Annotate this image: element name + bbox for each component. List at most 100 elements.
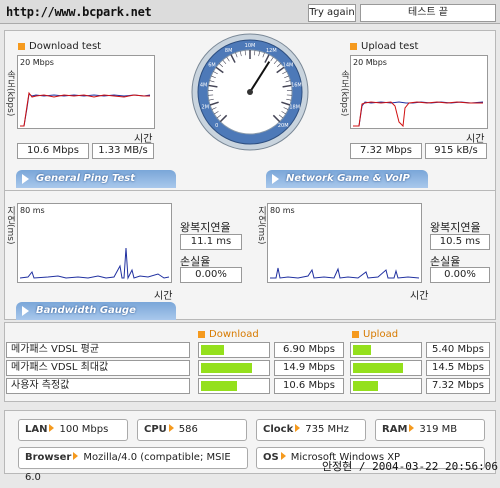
- bandwidth-upload-fill: [353, 381, 378, 391]
- sysinfo-browser: BrowserMozilla/4.0 (compatible; MSIE 6.0: [18, 447, 248, 469]
- gauge-tick-label: 0: [215, 123, 218, 129]
- ping-left-rtt-label: 왕복지연율: [180, 219, 231, 235]
- ping-left-chart: 80 ms: [17, 203, 172, 283]
- bandwidth-row-label: 메가패스 VDSL 평균: [6, 342, 190, 358]
- clock-value: 735 MHz: [305, 424, 349, 435]
- bandwidth-download-value: 6.90 Mbps: [274, 342, 344, 358]
- gauge-tick-label: 10M: [245, 43, 256, 49]
- try-again-button[interactable]: Try again: [308, 4, 356, 22]
- upload-trace-blue: [353, 102, 483, 126]
- sysinfo-lan: LAN100 Mbps: [18, 419, 128, 441]
- download-title-text: Download test: [29, 41, 101, 52]
- ping-right-rtt-label: 왕복지연율: [430, 219, 481, 235]
- download-chart: 20 Mbps: [17, 55, 155, 129]
- bandwidth-row-label: 메가패스 VDSL 최대값: [6, 360, 190, 376]
- cpu-value: 586: [179, 424, 198, 435]
- ping-right-trace: [268, 204, 421, 282]
- tab-bandwidth-gauge[interactable]: Bandwidth Gauge: [16, 302, 176, 320]
- ping-left-rtt: 11.1 ms: [180, 234, 242, 250]
- upload-title-text: Upload test: [361, 41, 418, 52]
- bandwidth-download-header: Download: [198, 329, 259, 340]
- bandwidth-download-header-text: Download: [209, 329, 259, 340]
- download-trace-blue: [20, 94, 150, 126]
- bandwidth-upload-fill: [353, 345, 371, 355]
- bandwidth-download-value: 14.9 Mbps: [274, 360, 344, 376]
- bandwidth-download-fill: [201, 345, 224, 355]
- lan-value: 100 Mbps: [59, 424, 108, 435]
- bandwidth-download-bar: [198, 342, 270, 358]
- download-title: Download test: [18, 41, 101, 52]
- tab-general-ping[interactable]: General Ping Test: [16, 170, 176, 188]
- arrow-right-icon: [22, 174, 29, 184]
- bandwidth-upload-bar: [350, 360, 422, 376]
- tab-bandwidth-label: Bandwidth Gauge: [36, 305, 136, 316]
- upload-title: Upload test: [350, 41, 418, 52]
- gauge-tick-label: 20M: [278, 123, 289, 129]
- ping-right-line: [270, 268, 419, 278]
- bandwidth-download-fill: [201, 381, 237, 391]
- sysinfo-ram: RAM 319 MB: [375, 419, 485, 441]
- bandwidth-upload-value: 14.5 Mbps: [426, 360, 490, 376]
- ping-left-xlabel: 시간: [154, 287, 172, 302]
- bandwidth-upload-value: 5.40 Mbps: [426, 342, 490, 358]
- download-ylabel: 속도(kbps): [4, 70, 17, 116]
- arrow-right-icon: [295, 424, 300, 432]
- upload-mbps: 7.32 Mbps: [350, 143, 422, 159]
- upload-trace: [351, 56, 487, 128]
- gauge-tick-label: 4M: [200, 83, 208, 89]
- download-mbps: 10.6 Mbps: [17, 143, 89, 159]
- bandwidth-download-fill: [201, 363, 252, 373]
- bandwidth-upload-header: Upload: [352, 329, 398, 340]
- clock-label: Clock: [263, 424, 293, 435]
- os-label: OS: [263, 452, 279, 463]
- gauge-tick-label: 14M: [283, 62, 294, 68]
- bandwidth-row-label: 사용자 측정값: [6, 378, 190, 394]
- download-mbs: 1.33 MB/s: [92, 143, 154, 159]
- arrow-right-icon: [272, 174, 279, 184]
- arrow-right-icon: [22, 306, 29, 316]
- arrow-right-icon: [169, 424, 174, 432]
- arrow-right-icon: [281, 452, 286, 460]
- ram-label: RAM: [382, 424, 407, 435]
- bandwidth-upload-fill: [353, 363, 403, 373]
- cpu-label: CPU: [144, 424, 167, 435]
- gauge-tick-label: 18M: [289, 105, 300, 111]
- gauge-tick-label: 12M: [266, 48, 277, 54]
- ram-value: 319 MB: [419, 424, 457, 435]
- bandwidth-upload-header-text: Upload: [363, 329, 398, 340]
- arrow-right-icon: [409, 424, 414, 432]
- upload-kbs: 915 kB/s: [425, 143, 487, 159]
- bandwidth-upload-bar: [350, 378, 422, 394]
- upload-marker-icon: [350, 43, 357, 50]
- tab-general-ping-label: General Ping Test: [36, 173, 135, 184]
- bandwidth-upload-bar: [350, 342, 422, 358]
- watermark-text: 안정현 / 2004-03-22 20:56:06: [322, 458, 498, 474]
- gauge-tick-label: 8M: [225, 48, 233, 54]
- test-status-field: 테스트 끝: [360, 4, 496, 22]
- ping-right-rtt: 10.5 ms: [430, 234, 490, 250]
- download-trace: [18, 56, 154, 128]
- ping-left-ylabel: 지연(ms): [4, 206, 17, 244]
- arrow-right-icon: [49, 424, 54, 432]
- gauge-tick-label: 16M: [291, 83, 302, 89]
- bandwidth-upload-value: 7.32 Mbps: [426, 378, 490, 394]
- tab-network-game[interactable]: Network Game & VoIP Test: [266, 170, 428, 188]
- upload-marker-icon: [352, 331, 359, 338]
- ping-left-line: [20, 248, 169, 278]
- gauge-tick-label: 6M: [208, 62, 216, 68]
- download-marker-icon: [198, 331, 205, 338]
- ping-right-xlabel: 시간: [410, 287, 428, 302]
- browser-label: Browser: [25, 452, 71, 463]
- sysinfo-cpu: CPU 586: [137, 419, 247, 441]
- upload-chart: 20 Mbps: [350, 55, 488, 129]
- upload-trace-red: [353, 102, 483, 126]
- download-trace-red: [20, 93, 150, 126]
- arrow-right-icon: [73, 452, 78, 460]
- bandwidth-download-bar: [198, 378, 270, 394]
- bandwidth-download-value: 10.6 Mbps: [274, 378, 344, 394]
- gauge-tick-label: 2M: [202, 105, 210, 111]
- ping-right-chart: 80 ms: [267, 203, 422, 283]
- speed-gauge: 0 2M 4M 6M 8M 10M 12M 14M 16M 18M 20M: [190, 32, 310, 152]
- ping-right-loss: 0.00%: [430, 267, 490, 283]
- site-url[interactable]: http://www.bcpark.net: [6, 5, 151, 19]
